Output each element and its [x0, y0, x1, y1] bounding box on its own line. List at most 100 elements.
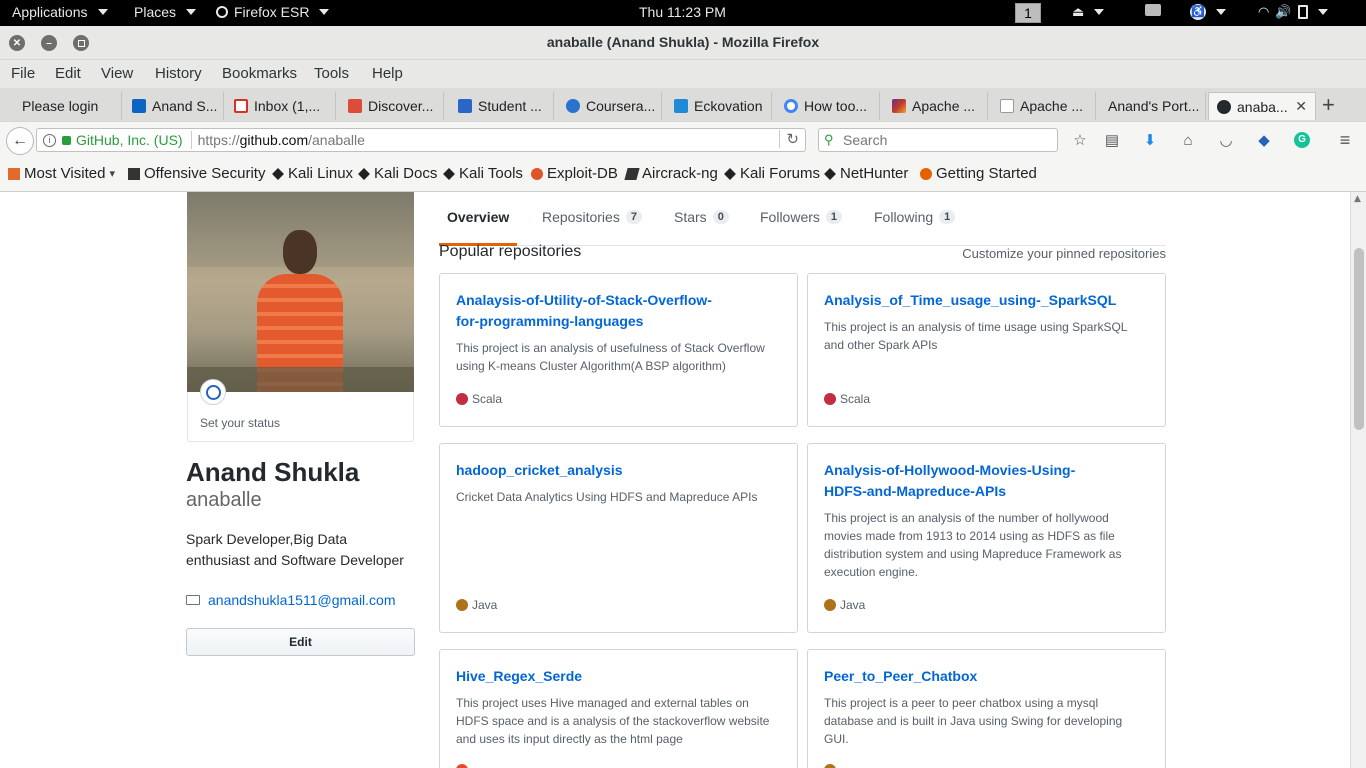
- repo-name-line: for-programming-languages: [456, 313, 644, 329]
- tab-portfolio[interactable]: Anand's Port...: [1100, 92, 1206, 120]
- new-tab-button[interactable]: +: [1322, 92, 1335, 118]
- menu-edit[interactable]: Edit: [55, 65, 81, 82]
- site-identity[interactable]: GitHub, Inc. (US): [76, 132, 183, 148]
- tab-gmail[interactable]: Inbox (1,...: [226, 92, 336, 120]
- language-color-dot: [456, 764, 468, 768]
- page-scrollbar[interactable]: ▲: [1350, 192, 1366, 768]
- tab-linkedin[interactable]: Anand S...: [124, 92, 224, 120]
- workspace-indicator[interactable]: 1: [1015, 3, 1041, 23]
- bookmark-kali-forums[interactable]: Kali Forums: [724, 165, 820, 182]
- bookmark-offensive-security[interactable]: Offensive Security: [128, 165, 265, 182]
- downloads-icon[interactable]: ⬇: [1141, 131, 1159, 149]
- bio-line: Spark Developer,Big Data: [186, 531, 348, 547]
- scrollbar-thumb[interactable]: [1354, 248, 1364, 430]
- chevron-down-icon: ▾: [109, 168, 115, 180]
- bookmark-exploit-db[interactable]: Exploit-DB: [531, 165, 618, 182]
- menu-file[interactable]: File: [11, 65, 35, 82]
- edit-profile-button[interactable]: Edit: [186, 628, 415, 656]
- repo-name-line: Hive_Regex_Serde: [456, 668, 583, 684]
- menu-bookmarks[interactable]: Bookmarks: [222, 65, 297, 82]
- language-color-dot: [824, 599, 836, 611]
- status-area[interactable]: ◠ 🔊: [1258, 4, 1328, 20]
- clock[interactable]: Thu 11:23 PM: [639, 4, 726, 20]
- tab-apache-2[interactable]: Apache ...: [992, 92, 1096, 120]
- chevron-down-icon: [319, 9, 330, 15]
- chevron-down-icon: [97, 9, 108, 15]
- profile-avatar[interactable]: [187, 192, 414, 392]
- bookmark-kali-tools[interactable]: Kali Tools: [443, 165, 523, 182]
- multimedia-icon[interactable]: [1145, 4, 1161, 16]
- tab-overview[interactable]: Overview: [447, 209, 509, 225]
- tab-stars[interactable]: Stars 0: [674, 209, 729, 225]
- repo-description: This project is a peer to peer chatbox u…: [824, 696, 1123, 746]
- tab-student[interactable]: Student ...: [450, 92, 554, 120]
- tab-label: Student ...: [478, 98, 542, 114]
- bookmark-nethunter[interactable]: NetHunter: [824, 165, 908, 182]
- tab-label: Repositories: [542, 209, 620, 225]
- eject-icon: ⏏: [1072, 4, 1085, 19]
- repo-name-link[interactable]: Analysis_of_Time_usage_using-_SparkSQL: [824, 290, 1149, 311]
- eckovation-icon: [674, 99, 688, 113]
- applications-menu[interactable]: Applications: [12, 4, 108, 20]
- bookmark-most-visited[interactable]: Most Visited ▾: [8, 165, 115, 182]
- repo-name-link[interactable]: Analysis-of-Hollywood-Movies-Using- HDFS-…: [824, 460, 1149, 502]
- back-button[interactable]: ←: [6, 127, 34, 155]
- applications-label: Applications: [12, 4, 88, 20]
- profile-email-link[interactable]: anandshukla1511@gmail.com: [208, 592, 396, 608]
- accessibility-menu[interactable]: ♿: [1190, 4, 1226, 20]
- menu-view[interactable]: View: [101, 65, 133, 82]
- menu-help[interactable]: Help: [372, 65, 403, 82]
- firefox-app-menu[interactable]: Firefox ESR: [216, 4, 330, 20]
- bookmark-label: Kali Linux: [288, 165, 354, 182]
- grammarly-icon[interactable]: G: [1294, 132, 1310, 148]
- hamburger-menu-icon[interactable]: ≡: [1336, 130, 1354, 150]
- bookmark-aircrack-ng[interactable]: Aircrack-ng: [624, 165, 718, 182]
- repo-name-link[interactable]: Hive_Regex_Serde: [456, 666, 781, 687]
- bookmarks-toolbar: Most Visited ▾ Offensive Security Kali Li…: [0, 157, 1366, 192]
- reading-list-icon[interactable]: ▤: [1103, 131, 1121, 149]
- repo-language: [456, 764, 472, 768]
- bookmark-label: Kali Forums: [740, 165, 821, 182]
- tab-discover[interactable]: Discover...: [340, 92, 444, 120]
- tab-repositories[interactable]: Repositories 7: [542, 209, 642, 225]
- extension-icon[interactable]: ◆: [1255, 131, 1273, 149]
- bookmark-kali-linux[interactable]: Kali Linux: [272, 165, 353, 182]
- gmail-icon: [234, 99, 248, 113]
- language-color-dot: [456, 393, 468, 405]
- tab-eckovation[interactable]: Eckovation: [666, 92, 772, 120]
- tab-coursera[interactable]: Coursera...: [558, 92, 662, 120]
- repo-name-link[interactable]: Analaysis-of-Utility-of-Stack-Overflow-f…: [456, 290, 781, 332]
- bookmark-getting-started[interactable]: Getting Started: [920, 165, 1037, 182]
- customize-pinned-link[interactable]: Customize your pinned repositories: [962, 246, 1166, 261]
- bookmark-star-icon[interactable]: ☆: [1071, 131, 1089, 149]
- tab-following[interactable]: Following 1: [874, 209, 956, 225]
- status-emoji-button[interactable]: [200, 379, 226, 405]
- search-input[interactable]: ⚲ Search: [818, 128, 1058, 152]
- tab-github-active[interactable]: anaba... ✕: [1208, 92, 1316, 120]
- menu-history[interactable]: History: [155, 65, 202, 82]
- repo-name-line: Analysis_of_Time_usage_using-_SparkSQL: [824, 292, 1117, 308]
- bookmark-kali-docs[interactable]: Kali Docs: [358, 165, 437, 182]
- close-tab-icon[interactable]: ✕: [1295, 98, 1307, 115]
- places-menu[interactable]: Places: [134, 4, 197, 20]
- url-bar[interactable]: i GitHub, Inc. (US) https://github.com/a…: [36, 128, 806, 152]
- tab-followers[interactable]: Followers 1: [760, 209, 843, 225]
- battery-icon: [1297, 5, 1308, 19]
- menu-tools[interactable]: Tools: [314, 65, 349, 82]
- volume-icon: 🔊: [1275, 4, 1292, 19]
- scroll-up-icon[interactable]: ▲: [1354, 194, 1361, 204]
- eject-menu[interactable]: ⏏: [1072, 4, 1105, 20]
- reload-icon[interactable]: ↻: [779, 130, 799, 148]
- tab-google-search[interactable]: How too...: [776, 92, 880, 120]
- repo-description: Cricket Data Analytics Using HDFS and Ma…: [456, 490, 758, 504]
- pocket-icon[interactable]: ◡: [1217, 131, 1235, 149]
- repo-name-link[interactable]: hadoop_cricket_analysis: [456, 460, 781, 481]
- home-icon[interactable]: ⌂: [1179, 131, 1197, 149]
- menu-bar: File Edit View History Bookmarks Tools H…: [0, 60, 1366, 88]
- info-icon[interactable]: i: [43, 133, 56, 147]
- wifi-icon: ◠: [1258, 4, 1270, 19]
- tab-apache-1[interactable]: Apache ...: [884, 92, 988, 120]
- repo-name-link[interactable]: Peer_to_Peer_Chatbox: [824, 666, 1149, 687]
- repo-card: Peer_to_Peer_Chatbox This project is a p…: [807, 649, 1166, 768]
- tab-please-login[interactable]: Please login: [8, 92, 122, 120]
